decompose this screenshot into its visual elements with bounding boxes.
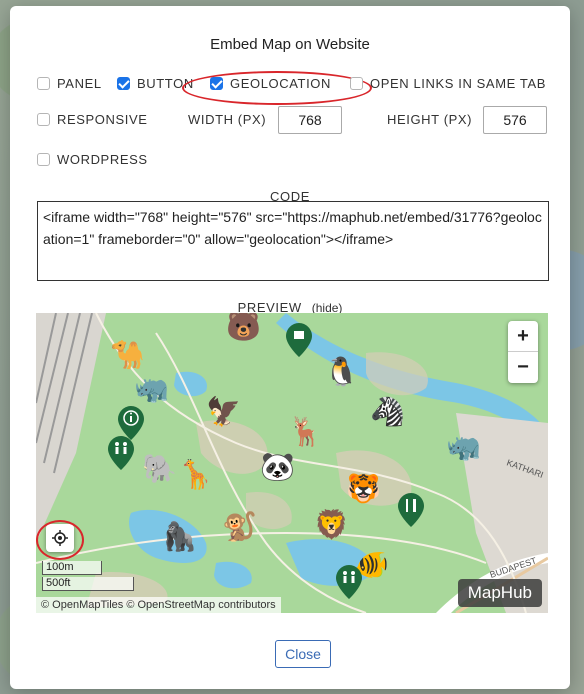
info-pin-icon[interactable] xyxy=(118,406,144,440)
wordpress-label: WORDPRESS xyxy=(57,152,148,167)
monkey-icon[interactable]: 🐒 xyxy=(222,513,257,541)
tiger-icon[interactable]: 🐯 xyxy=(346,475,381,503)
maphub-logo[interactable]: MapHub xyxy=(457,579,542,607)
close-button[interactable]: Close xyxy=(275,640,331,668)
map-pin-icon[interactable] xyxy=(286,323,312,357)
zoom-control: + − xyxy=(508,321,538,383)
lion-icon[interactable]: 🦁 xyxy=(314,511,349,539)
restaurant-pin-icon[interactable] xyxy=(398,493,424,527)
deer-icon[interactable]: 🦌 xyxy=(288,418,323,446)
height-label: HEIGHT (PX) xyxy=(387,112,473,127)
map-preview[interactable]: KATHARI BUDAPEST 🐪 🐻 🐧 🦏 🦅 🦓 🦌 🐼 🐘 🦒 🐯 🦍… xyxy=(36,313,548,613)
scale-metric: 100m xyxy=(42,561,102,575)
zoom-out-button[interactable]: − xyxy=(508,352,538,382)
eagle-icon[interactable]: 🦅 xyxy=(206,398,241,426)
panel-option[interactable]: PANEL xyxy=(37,76,102,91)
responsive-option[interactable]: RESPONSIVE xyxy=(37,112,148,127)
giraffe-icon[interactable]: 🦒 xyxy=(178,461,213,489)
wordpress-option[interactable]: WORDPRESS xyxy=(37,152,148,167)
responsive-checkbox[interactable] xyxy=(37,113,50,126)
dialog-title: Embed Map on Website xyxy=(210,36,370,53)
geolocation-highlight-annotation xyxy=(182,71,372,105)
zoom-in-button[interactable]: + xyxy=(508,321,538,352)
embed-code-textarea[interactable]: <iframe width="768" height="576" src="ht… xyxy=(37,201,549,281)
width-label: WIDTH (PX) xyxy=(188,112,267,127)
panda-icon[interactable]: 🐼 xyxy=(260,453,295,481)
responsive-label: RESPONSIVE xyxy=(57,112,148,127)
rhino-icon[interactable]: 🦏 xyxy=(134,375,169,403)
map-attribution[interactable]: © OpenMapTiles © OpenStreetMap contribut… xyxy=(36,597,281,613)
geolocate-highlight-annotation xyxy=(36,520,84,560)
restroom-pin-icon-2[interactable] xyxy=(336,565,362,599)
penguin-icon[interactable]: 🐧 xyxy=(324,358,359,386)
scale-imperial: 500ft xyxy=(42,577,134,591)
open-links-checkbox[interactable] xyxy=(350,77,363,90)
open-links-label: OPEN LINKS IN SAME TAB xyxy=(370,76,546,91)
elephant-icon[interactable]: 🐘 xyxy=(142,455,177,483)
gorilla-icon[interactable]: 🦍 xyxy=(162,523,197,551)
rhino-east-icon[interactable]: 🦏 xyxy=(446,433,481,461)
width-input[interactable] xyxy=(278,106,342,134)
restroom-pin-icon[interactable] xyxy=(108,436,134,470)
camel-icon[interactable]: 🐪 xyxy=(110,341,145,369)
button-checkbox[interactable] xyxy=(117,77,130,90)
bear-icon[interactable]: 🐻 xyxy=(226,313,261,341)
wordpress-checkbox[interactable] xyxy=(37,153,50,166)
zebra-icon[interactable]: 🦓 xyxy=(370,398,405,426)
panel-label: PANEL xyxy=(57,76,102,91)
open-links-option[interactable]: OPEN LINKS IN SAME TAB xyxy=(350,76,546,91)
panel-checkbox[interactable] xyxy=(37,77,50,90)
height-input[interactable] xyxy=(483,106,547,134)
